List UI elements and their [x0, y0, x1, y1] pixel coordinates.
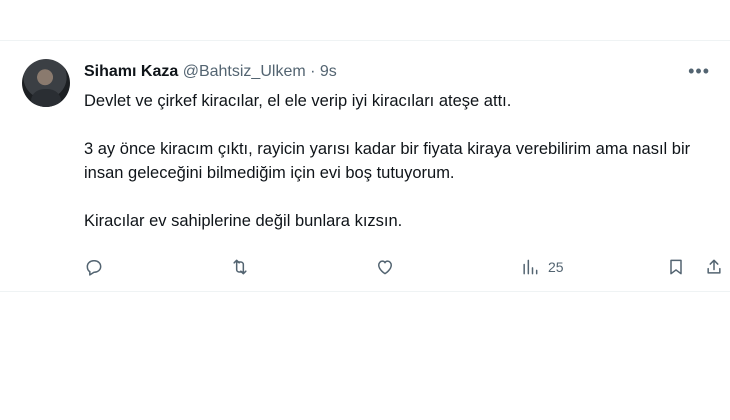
bar-chart-icon	[523, 259, 538, 275]
tweet-paragraph-2: 3 ay önce kiracım çıktı, rayicin yarısı …	[84, 140, 691, 182]
share-icon	[707, 259, 721, 274]
tweet-paragraph-1: Devlet ve çirkef kiracılar, el ele verip…	[84, 92, 512, 110]
retweet-icon	[233, 259, 247, 275]
reply-icon	[86, 260, 102, 276]
heart-icon	[378, 260, 392, 275]
separator-dot: ·	[310, 63, 316, 80]
tweet-card[interactable]: Sihamı Kaza @Bahtsiz_Ulkem · 9s ••• Devl…	[0, 40, 730, 292]
retweet-button[interactable]	[230, 255, 250, 279]
bookmark-button[interactable]	[666, 255, 686, 279]
reply-button[interactable]	[84, 255, 104, 279]
timestamp[interactable]: 9s	[320, 63, 337, 80]
author-name[interactable]: Sihamı Kaza	[84, 63, 178, 80]
bookmark-icon	[670, 259, 682, 275]
tweet-text: Devlet ve çirkef kiracılar, el ele verip…	[84, 89, 704, 233]
more-options-icon[interactable]: •••	[688, 61, 710, 82]
like-button[interactable]	[375, 255, 395, 279]
avatar[interactable]	[22, 59, 70, 107]
views-count: 25	[548, 259, 564, 275]
author-handle[interactable]: @Bahtsiz_Ulkem	[183, 63, 306, 80]
tweet-header: Sihamı Kaza @Bahtsiz_Ulkem · 9s	[84, 63, 337, 81]
tweet-actions: 25	[84, 255, 724, 279]
share-button[interactable]	[704, 255, 724, 279]
views-button[interactable]: 25	[520, 255, 564, 279]
tweet-paragraph-3: Kiracılar ev sahiplerine değil bunlara k…	[84, 212, 403, 230]
